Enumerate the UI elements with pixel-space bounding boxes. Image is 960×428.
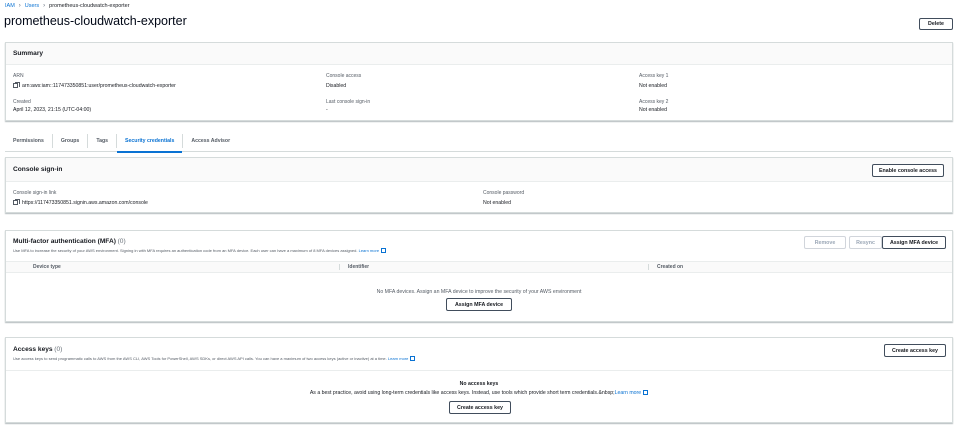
- created-label: Created: [13, 99, 31, 105]
- console-access-value: Disabled: [326, 83, 347, 89]
- console-signin-title: Console sign-in: [13, 166, 63, 173]
- console-access-label: Console access: [326, 73, 362, 79]
- last-signin-label: Last console sign-in: [326, 99, 371, 105]
- console-signin-panel: Console sign-in Enable console access Co…: [5, 157, 953, 213]
- signin-link-label: Console sign-in link: [13, 190, 57, 196]
- last-signin-value: -: [326, 107, 328, 113]
- arn-value: arn:aws:iam::117473350851:user/prometheu…: [13, 82, 176, 89]
- external-link-icon: [381, 248, 387, 253]
- tab-bar: Permissions Groups Tags Security credent…: [5, 131, 951, 153]
- external-link-icon: [410, 356, 416, 361]
- external-link-icon: [643, 390, 649, 395]
- access-keys-empty-learn-more-link[interactable]: Learn more: [615, 390, 642, 396]
- access-keys-title: Access keys: [13, 346, 53, 353]
- mfa-description: Use MFA to increase the security of your…: [13, 248, 387, 253]
- tab-tags[interactable]: Tags: [88, 134, 118, 148]
- tab-permissions[interactable]: Permissions: [5, 134, 53, 148]
- remove-button[interactable]: Remove: [804, 236, 846, 249]
- assign-mfa-device-button[interactable]: Assign MFA device: [882, 236, 946, 249]
- access-keys-panel: Access keys (0) Use access keys to send …: [5, 337, 953, 423]
- mfa-panel: Multi-factor authentication (MFA) (0) Us…: [5, 230, 953, 322]
- tab-access-advisor[interactable]: Access Advisor: [183, 134, 238, 148]
- assign-mfa-device-empty-button[interactable]: Assign MFA device: [446, 298, 512, 311]
- created-value: April 12, 2023, 21:15 (UTC-04:00): [13, 107, 92, 113]
- mfa-empty-text: No MFA devices. Assign an MFA device to …: [376, 289, 582, 295]
- breadcrumb-iam[interactable]: IAM: [5, 3, 15, 9]
- access-keys-empty-text: As a best practice, avoid using long-ter…: [6, 390, 952, 396]
- access-key1-value: Not enabled: [639, 83, 667, 89]
- copy-icon[interactable]: [13, 82, 20, 88]
- chevron-right-icon: ›: [18, 3, 21, 9]
- chevron-right-icon: ›: [43, 3, 46, 9]
- breadcrumb-users[interactable]: Users: [25, 3, 39, 9]
- access-keys-empty-title: No access keys: [459, 381, 499, 387]
- mfa-learn-more-link[interactable]: Learn more: [359, 248, 379, 253]
- copy-icon[interactable]: [13, 199, 20, 205]
- access-key2-value: Not enabled: [639, 107, 667, 113]
- summary-panel: Summary ARN arn:aws:iam::117473350851:us…: [5, 42, 953, 121]
- create-access-key-button[interactable]: Create access key: [884, 344, 946, 357]
- mfa-title: Multi-factor authentication (MFA): [13, 238, 116, 245]
- console-password-value: Not enabled: [483, 200, 511, 206]
- column-created-on[interactable]: Created on: [648, 264, 948, 270]
- resync-button[interactable]: Resync: [849, 236, 882, 249]
- access-keys-description: Use access keys to send programmatic cal…: [13, 356, 416, 361]
- delete-button[interactable]: Delete: [919, 18, 953, 30]
- breadcrumb-current: prometheus-cloudwatch-exporter: [49, 3, 130, 9]
- access-keys-learn-more-link[interactable]: Learn more: [388, 356, 408, 361]
- page-title: prometheus-cloudwatch-exporter: [4, 14, 187, 28]
- breadcrumb: IAM › Users › prometheus-cloudwatch-expo…: [5, 3, 130, 9]
- access-keys-count: (0): [54, 346, 63, 353]
- tab-security-credentials[interactable]: Security credentials: [117, 134, 184, 153]
- summary-title: Summary: [13, 50, 44, 57]
- arn-label: ARN: [13, 73, 24, 79]
- tab-groups[interactable]: Groups: [53, 134, 89, 148]
- console-password-label: Console password: [483, 190, 525, 196]
- enable-console-access-button[interactable]: Enable console access: [872, 164, 944, 177]
- create-access-key-empty-button[interactable]: Create access key: [449, 401, 511, 414]
- column-device-type[interactable]: Device type: [6, 264, 339, 270]
- column-identifier[interactable]: Identifier: [339, 264, 648, 270]
- access-key1-label: Access key 1: [639, 73, 669, 79]
- mfa-table-header: Device type Identifier Created on: [6, 261, 952, 273]
- access-key2-label: Access key 2: [639, 99, 669, 105]
- signin-link-value: https://117473350851.signin.aws.amazon.c…: [13, 199, 148, 206]
- mfa-count: (0): [117, 238, 126, 245]
